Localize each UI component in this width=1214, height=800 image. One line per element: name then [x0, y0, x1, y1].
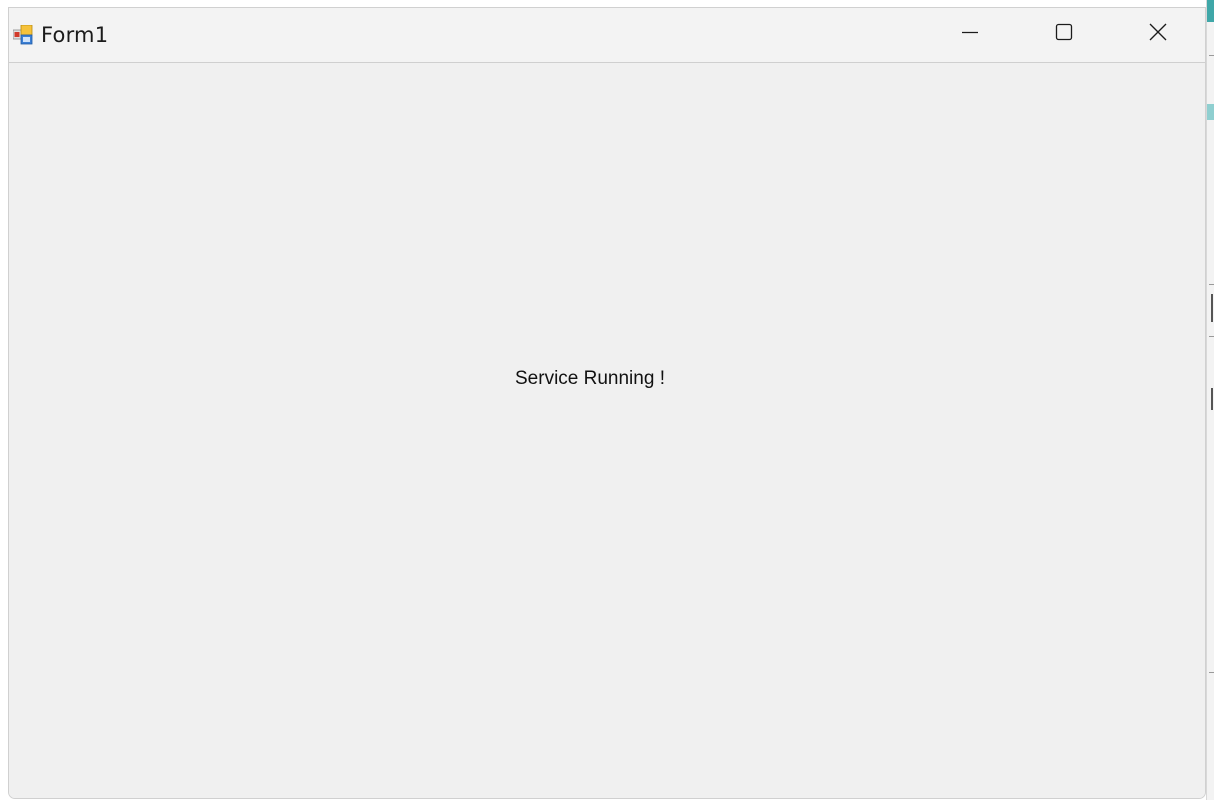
- background-bar: [1211, 294, 1213, 322]
- form-window: Form1 Service Running !: [8, 7, 1206, 799]
- background-tick: [1209, 55, 1214, 56]
- winforms-app-icon[interactable]: [12, 24, 33, 45]
- background-bar: [1211, 388, 1213, 410]
- background-tick: [1209, 336, 1214, 337]
- maximize-button[interactable]: [1017, 8, 1111, 56]
- background-window-accent: [1207, 0, 1214, 22]
- minimize-button[interactable]: [923, 8, 1017, 56]
- minimize-icon: [962, 31, 978, 34]
- maximize-icon: [1055, 23, 1073, 41]
- status-label: Service Running !: [515, 368, 665, 389]
- form-client-area: Service Running !: [9, 63, 1205, 798]
- background-window-edge: [1206, 0, 1214, 800]
- close-button[interactable]: [1111, 8, 1205, 56]
- close-icon: [1149, 23, 1167, 41]
- background-tick: [1209, 284, 1214, 285]
- title-bar[interactable]: Form1: [9, 8, 1205, 63]
- background-window-highlight: [1207, 104, 1214, 120]
- window-title: Form1: [41, 23, 109, 47]
- caption-buttons: [923, 8, 1205, 56]
- background-tick: [1209, 672, 1214, 673]
